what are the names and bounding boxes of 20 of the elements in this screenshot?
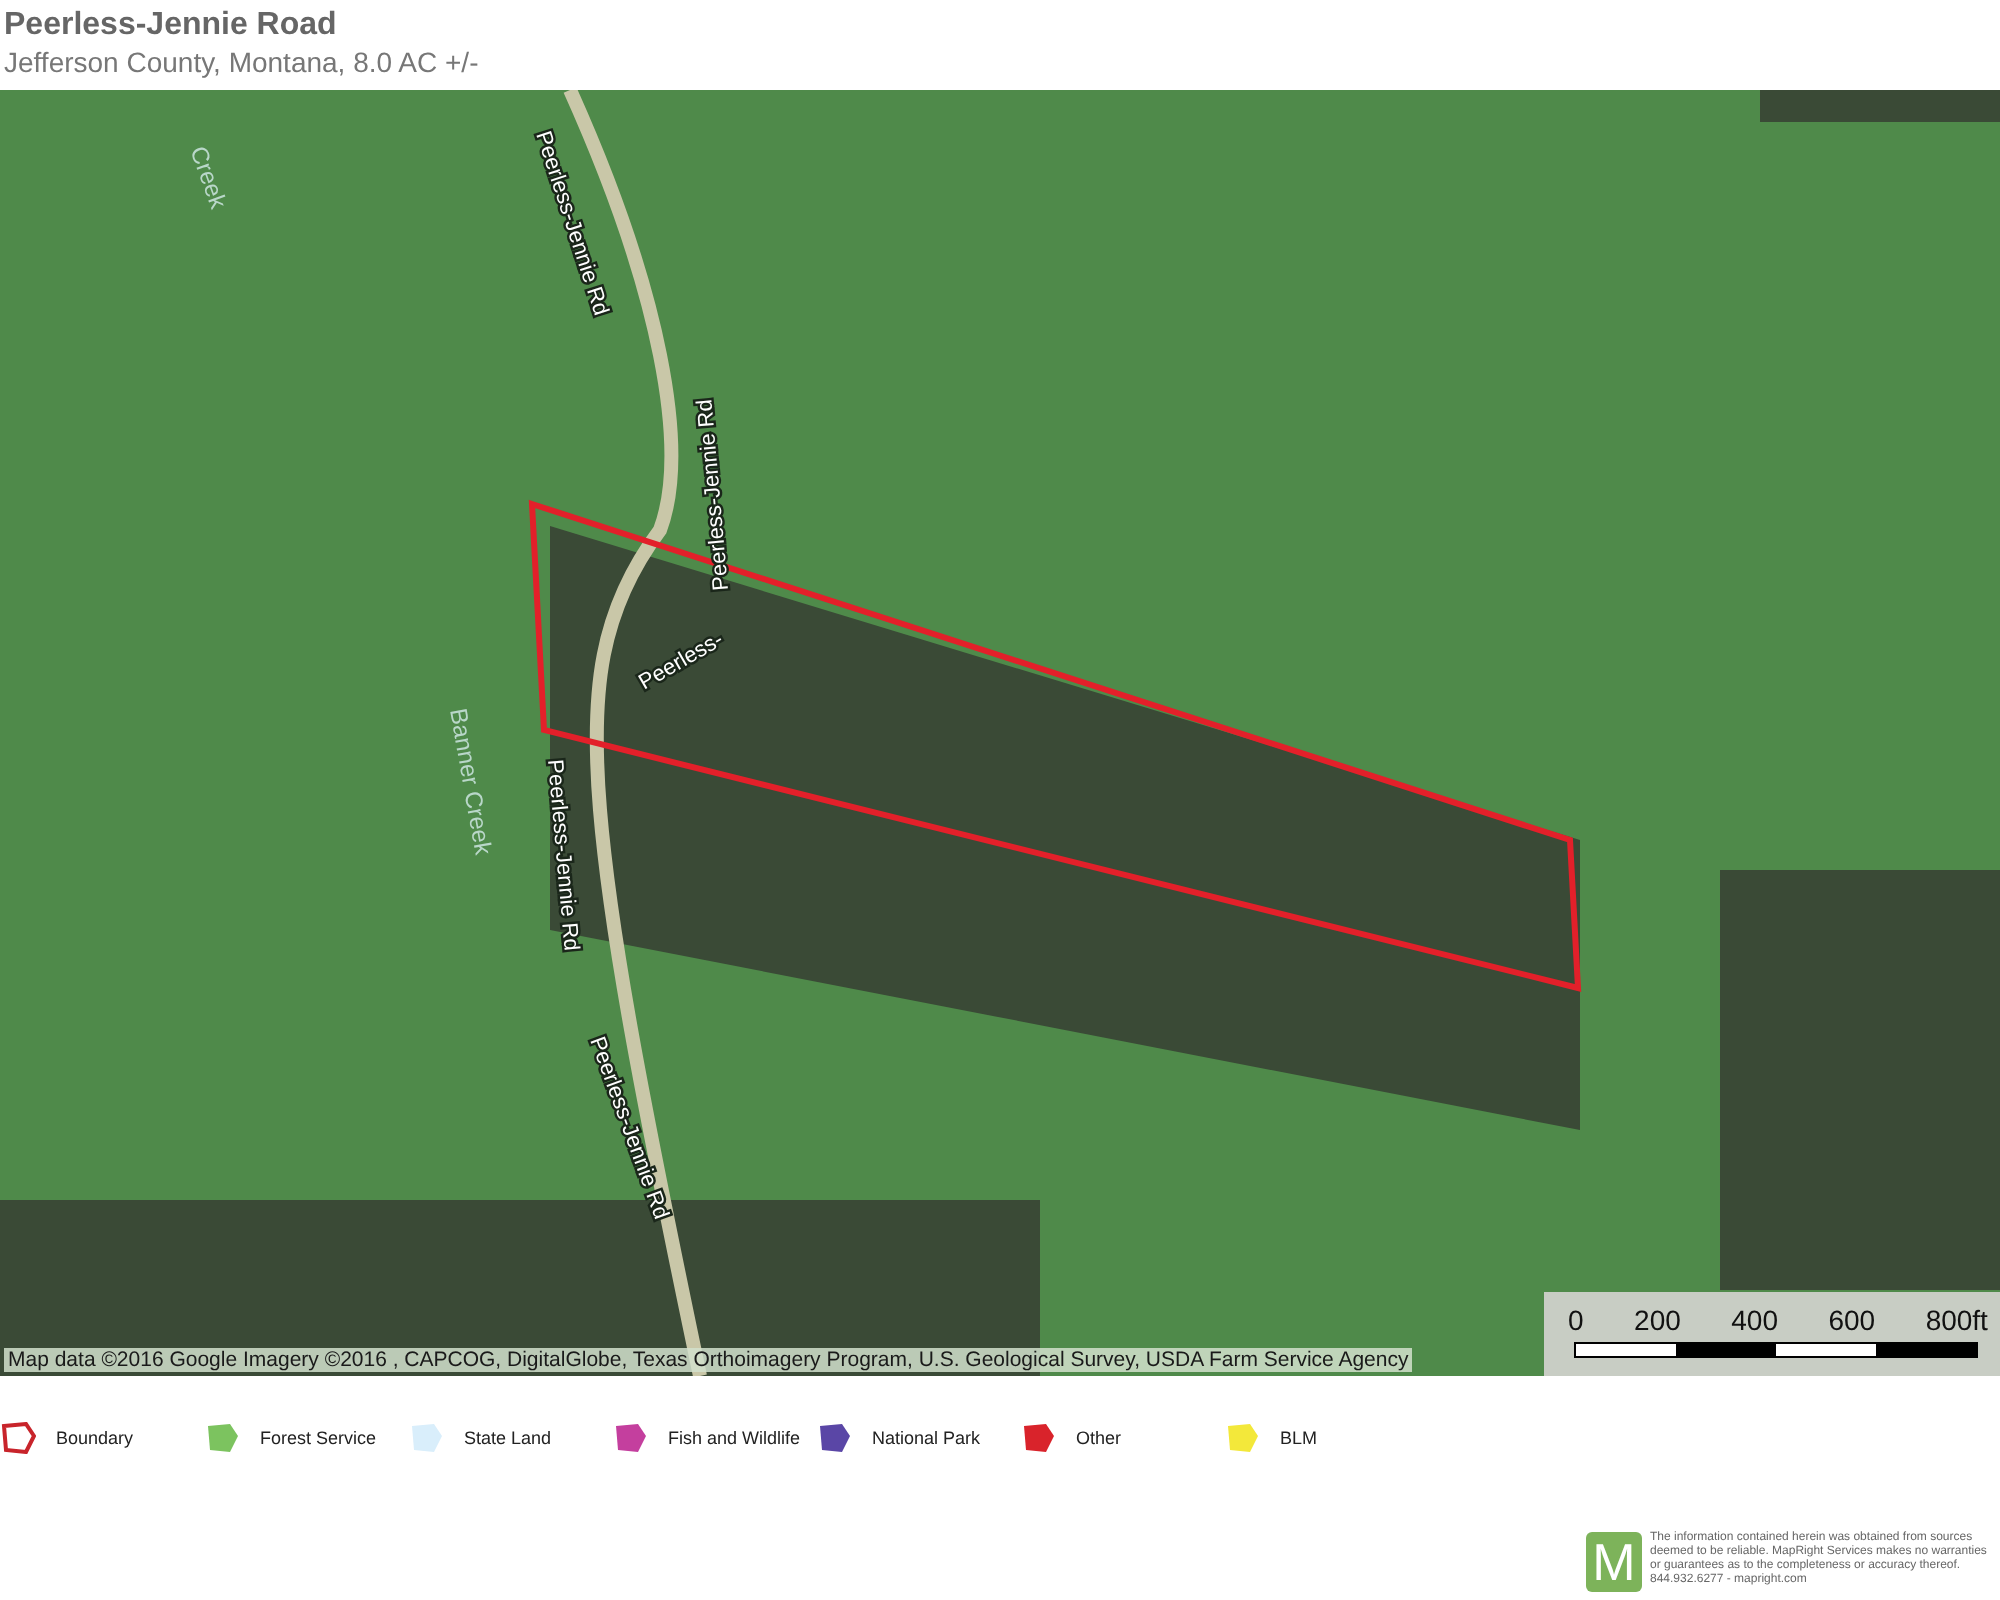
legend-label: National Park <box>872 1429 981 1447</box>
legend-label: Other <box>1076 1429 1122 1447</box>
scale-label: 200 <box>1634 1304 1681 1336</box>
map-title: Peerless-Jennie Road <box>4 8 339 44</box>
legend-label: Forest Service <box>260 1429 377 1447</box>
scale-label: 400 <box>1731 1304 1778 1336</box>
map-subtitle: Jefferson County, Montana, 8.0 AC +/- <box>4 44 481 80</box>
logo: M <box>1586 1532 1642 1592</box>
creek-label: Banner Creek <box>444 706 498 857</box>
scale-label: 600 <box>1828 1304 1876 1336</box>
legend-label: Fish and Wildlife <box>668 1429 801 1447</box>
map-attribution: Map data ©2016 Google Imagery ©2016 , CAPCOG, DigitalGlobe, Texas Orthoimagery Program, U.S. Geological Survey, USDA Farm Service Agency <box>4 1348 1413 1372</box>
legend-label: BLM <box>1280 1429 1318 1447</box>
scale-label: 800ft <box>1925 1304 1988 1336</box>
road-label: Peerless-Jennie Rd <box>542 758 583 952</box>
legend-label: State Land <box>464 1429 552 1447</box>
legend-label: Boundary <box>56 1429 134 1447</box>
road-label: Peerless-Jennie Rd <box>693 398 734 592</box>
creek-label: Creek <box>184 142 233 213</box>
scale-label: 0 <box>1568 1304 1584 1336</box>
